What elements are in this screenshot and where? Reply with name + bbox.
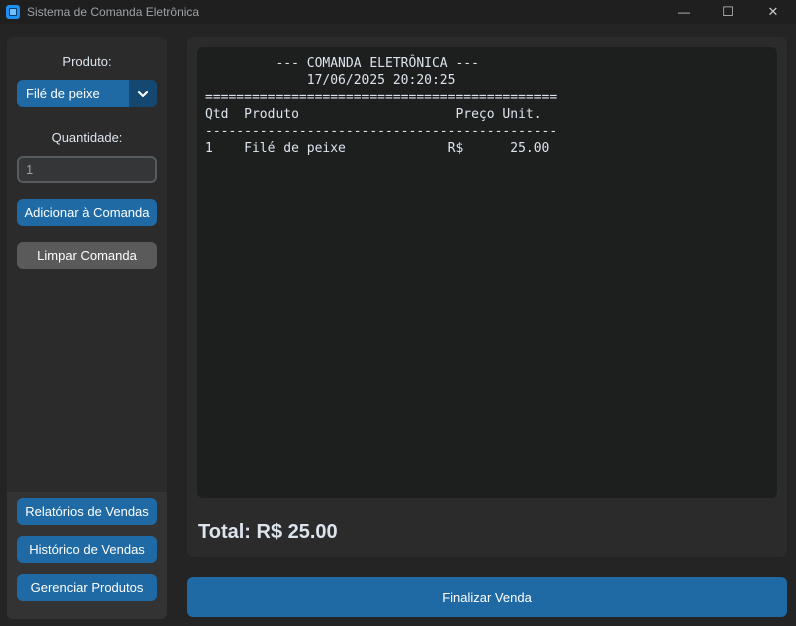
close-button[interactable]: ✕ [750,0,796,24]
manage-products-button[interactable]: Gerenciar Produtos [17,574,157,601]
receipt-text: --- COMANDA ELETRÔNICA --- 17/06/2025 20… [205,56,558,156]
quantidade-label: Quantidade: [51,130,123,145]
quantidade-input[interactable] [17,156,157,183]
total-label: Total: R$ 25.00 [198,521,338,543]
chevron-down-icon[interactable] [129,80,157,107]
title-bar: Sistema de Comanda Eletrônica — ☐ ✕ [0,0,796,24]
clear-order-button[interactable]: Limpar Comanda [17,242,157,269]
maximize-button[interactable]: ☐ [705,0,751,24]
sales-reports-button[interactable]: Relatórios de Vendas [17,498,157,525]
app-icon [6,5,20,19]
produto-selected-value: Filé de peixe [26,86,100,101]
sales-history-button[interactable]: Histórico de Vendas [17,536,157,563]
maximize-icon: ☐ [722,4,734,19]
produto-label: Produto: [62,54,112,69]
produto-dropdown[interactable]: Filé de peixe [17,80,157,107]
add-to-order-button[interactable]: Adicionar à Comanda [17,199,157,226]
close-icon: ✕ [767,4,779,19]
finalize-sale-button[interactable]: Finalizar Venda [187,577,787,617]
receipt-textbox[interactable]: --- COMANDA ELETRÔNICA --- 17/06/2025 20… [197,47,777,498]
window-title: Sistema de Comanda Eletrônica [27,5,200,19]
minimize-icon: — [678,5,690,19]
minimize-button[interactable]: — [661,0,707,24]
